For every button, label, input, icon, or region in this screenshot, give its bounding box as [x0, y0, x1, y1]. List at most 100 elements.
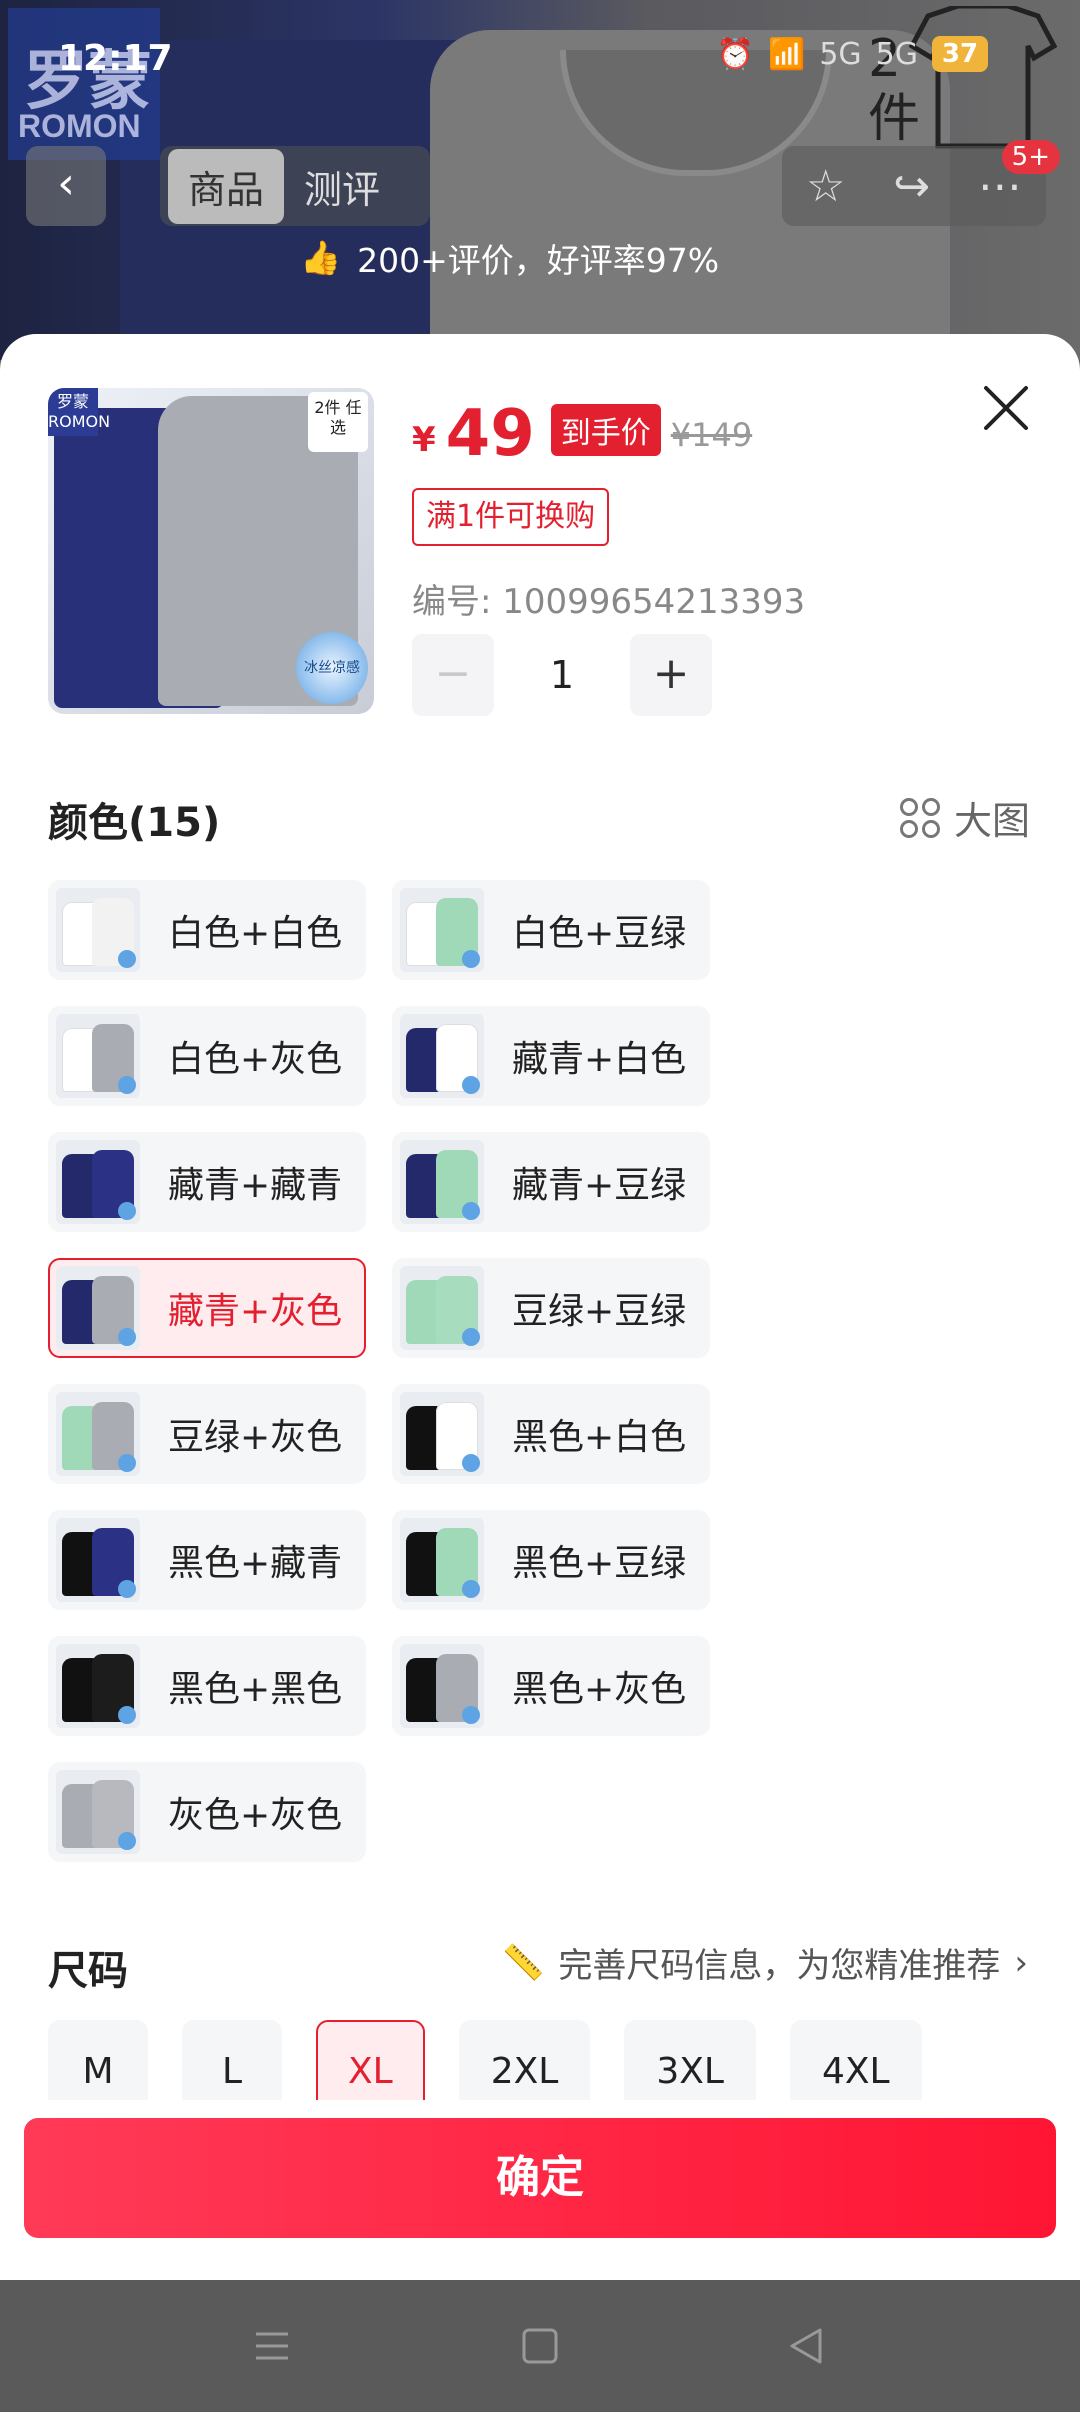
- cool-badge-icon: [118, 1454, 136, 1472]
- cool-badge-icon: [118, 1580, 136, 1598]
- color-swatch-image: [400, 1392, 484, 1476]
- cool-badge-icon: [118, 950, 136, 968]
- status-icons: ⏰ 📶 5G 5G 37: [717, 36, 988, 72]
- top-actions: ☆ ↪ ⋯ 5+: [782, 140, 1060, 226]
- cool-badge-icon: [118, 1328, 136, 1346]
- color-option-label: 白色+豆绿: [512, 913, 687, 954]
- status-bar: 12:17 ⏰ 📶 5G 5G 37: [0, 0, 1080, 120]
- color-swatch-image: [56, 888, 140, 972]
- color-swatch-image: [56, 1014, 140, 1098]
- color-option-label: 黑色+藏青: [168, 1543, 343, 1584]
- color-swatch-image: [400, 888, 484, 972]
- product-thumbnail[interactable]: 罗蒙 ROMON 2件 任选 冰丝凉感: [48, 388, 374, 714]
- confirm-bar: 确定: [0, 2100, 1080, 2280]
- wifi-icon: 📶: [767, 36, 806, 72]
- increase-quantity-button[interactable]: +: [630, 634, 712, 716]
- size-recommendation-link[interactable]: 📏 完善尺码信息，为您精准推荐 ›: [502, 1938, 1028, 1987]
- color-option-label: 豆绿+豆绿: [512, 1291, 687, 1332]
- cool-badge-icon: [118, 1706, 136, 1724]
- color-option[interactable]: 黑色+白色: [392, 1384, 710, 1484]
- rating-summary: 👍 200+评价，好评率97%: [300, 226, 780, 290]
- size-section-title: 尺码: [48, 1948, 128, 1994]
- color-option[interactable]: 藏青+豆绿: [392, 1132, 710, 1232]
- signal-1-label: 5G: [819, 36, 862, 72]
- tab-review[interactable]: 测评: [284, 149, 400, 224]
- color-options: 白色+白色 白色+豆绿白色+灰色 藏青+白色藏青+藏青 藏青+豆绿藏青+灰色 豆绿+豆绿…: [48, 880, 728, 1862]
- price-row: ¥ 49 到手价 ¥149: [412, 396, 752, 466]
- cool-badge-icon: [462, 1076, 480, 1094]
- thumb-cool-badge: 冰丝凉感: [296, 632, 368, 704]
- favorite-star-icon[interactable]: ☆: [806, 161, 845, 212]
- color-option[interactable]: 黑色+藏青: [48, 1510, 366, 1610]
- rating-text: 200+评价，好评率97%: [357, 241, 720, 280]
- battery-indicator: 37: [932, 36, 988, 72]
- final-price-tag: 到手价: [550, 404, 661, 456]
- confirm-button[interactable]: 确定: [24, 2118, 1056, 2238]
- cool-badge-icon: [118, 1832, 136, 1850]
- color-option[interactable]: 黑色+黑色: [48, 1636, 366, 1736]
- alarm-icon: ⏰: [716, 36, 754, 72]
- color-option[interactable]: 白色+白色: [48, 880, 366, 980]
- cool-badge-icon: [462, 1706, 480, 1724]
- color-option[interactable]: 灰色+灰色: [48, 1762, 366, 1862]
- color-option-label: 白色+白色: [168, 913, 343, 954]
- quantity-stepper: − 1 +: [412, 634, 712, 716]
- system-nav-bar: [0, 2280, 1080, 2412]
- sku-selection-sheet: 罗蒙 ROMON 2件 任选 冰丝凉感 ¥ 49 到手价 ¥149 满1件可换购…: [0, 334, 1080, 2280]
- top-tabs: 商品 测评: [160, 146, 430, 226]
- chevron-right-icon: ›: [1014, 1942, 1028, 1983]
- quantity-value[interactable]: 1: [494, 653, 630, 697]
- color-swatch-image: [400, 1014, 484, 1098]
- large-image-toggle[interactable]: 大图: [899, 790, 1030, 845]
- color-swatch-image: [400, 1266, 484, 1350]
- color-swatch-image: [400, 1140, 484, 1224]
- close-icon[interactable]: [980, 382, 1032, 434]
- color-option[interactable]: 藏青+藏青: [48, 1132, 366, 1232]
- large-image-label: 大图: [953, 799, 1030, 843]
- color-section-title: 颜色(15): [48, 800, 221, 846]
- color-option[interactable]: 豆绿+灰色: [48, 1384, 366, 1484]
- share-icon[interactable]: ↪: [893, 161, 930, 212]
- color-option-label: 藏青+灰色: [168, 1291, 343, 1332]
- top-nav-bar: ‹ 商品 测评 ☆ ↪ ⋯ 5+: [26, 140, 1060, 226]
- menu-icon[interactable]: [250, 2324, 294, 2368]
- final-price: 49: [445, 397, 535, 471]
- grid-icon: [899, 797, 940, 838]
- color-option-label: 黑色+豆绿: [512, 1543, 687, 1584]
- color-option-label: 藏青+藏青: [168, 1165, 343, 1206]
- color-option[interactable]: 藏青+白色: [392, 1006, 710, 1106]
- color-swatch-image: [400, 1644, 484, 1728]
- size-hint-text: 完善尺码信息，为您精准推荐: [558, 1946, 1001, 1986]
- color-option[interactable]: 藏青+灰色: [48, 1258, 366, 1358]
- color-option-label: 白色+灰色: [168, 1039, 343, 1080]
- cool-badge-icon: [462, 1202, 480, 1220]
- back-icon[interactable]: [784, 2324, 828, 2368]
- color-option[interactable]: 豆绿+豆绿: [392, 1258, 710, 1358]
- color-option-label: 黑色+灰色: [512, 1669, 687, 1710]
- color-swatch-image: [56, 1518, 140, 1602]
- color-option[interactable]: 白色+豆绿: [392, 880, 710, 980]
- decrease-quantity-button[interactable]: −: [412, 634, 494, 716]
- cool-badge-icon: [462, 1454, 480, 1472]
- thumb-two-piece-badge: 2件 任选: [308, 392, 368, 452]
- color-option[interactable]: 白色+灰色: [48, 1006, 366, 1106]
- color-swatch-image: [56, 1770, 140, 1854]
- cool-badge-icon: [118, 1076, 136, 1094]
- color-option[interactable]: 黑色+豆绿: [392, 1510, 710, 1610]
- home-icon[interactable]: [518, 2324, 562, 2368]
- color-option-label: 灰色+灰色: [168, 1795, 343, 1836]
- color-swatch-image: [56, 1140, 140, 1224]
- color-swatch-image: [56, 1266, 140, 1350]
- sku-number: 编号: 10099654213393: [412, 582, 806, 622]
- color-option[interactable]: 黑色+灰色: [392, 1636, 710, 1736]
- exchange-promo-tag: 满1件可换购: [412, 488, 610, 546]
- color-option-label: 藏青+白色: [512, 1039, 687, 1080]
- cart-badge: 5+: [1001, 140, 1060, 174]
- status-time: 12:17: [58, 38, 173, 79]
- back-button[interactable]: ‹: [26, 146, 106, 226]
- tab-product[interactable]: 商品: [168, 148, 285, 224]
- color-swatch-image: [56, 1392, 140, 1476]
- signal-2-label: 5G: [875, 36, 918, 72]
- original-price: ¥149: [670, 416, 753, 454]
- ruler-icon: 📏: [502, 1942, 545, 1983]
